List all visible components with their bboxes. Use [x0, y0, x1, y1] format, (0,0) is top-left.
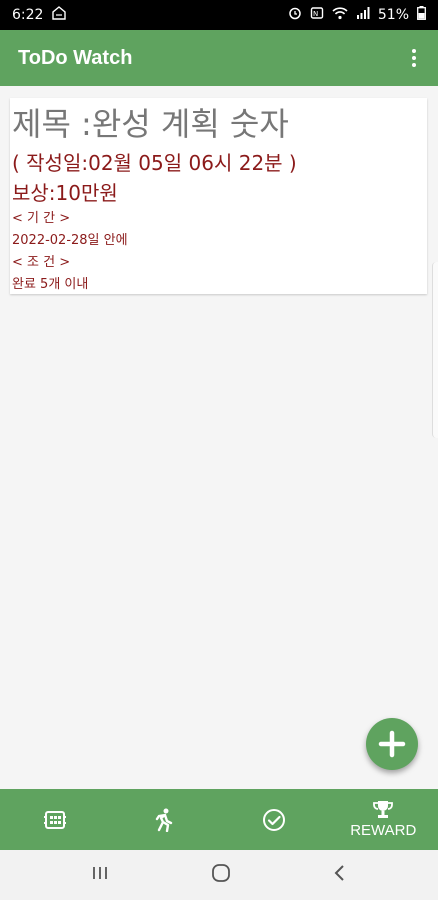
condition-value: 완료 5개 이내 [12, 277, 89, 292]
wifi-icon [332, 6, 348, 24]
nav-label-reward: REWARD [350, 822, 417, 839]
battery-icon [417, 6, 426, 24]
card-reward: 보상:10만원 [12, 181, 118, 205]
calendar-icon [43, 810, 66, 829]
battery-text: 51% [377, 7, 409, 23]
trophy-icon [373, 801, 394, 818]
period-label: < 기 간 > [12, 211, 71, 226]
status-bar: 6:22 N 51% [0, 0, 438, 30]
add-button[interactable] [366, 718, 418, 770]
running-icon [156, 808, 173, 832]
system-navigation-bar [0, 850, 438, 900]
app-bar: ToDo Watch [0, 30, 438, 86]
card-created-date: ( 작성일:02월 05일 06시 22분 ) [12, 151, 297, 175]
todo-card[interactable]: 제목 :완성 계획 숫자 ( 작성일:02월 05일 06시 22분 ) 보상:… [10, 98, 427, 294]
alarm-icon [288, 6, 302, 24]
status-time: 6:22 [12, 7, 44, 23]
check-circle-icon [262, 808, 285, 831]
recent-apps-icon[interactable] [91, 865, 109, 885]
bottom-navigation: REWARD [0, 789, 438, 850]
nav-item-reward[interactable]: REWARD [329, 789, 438, 850]
overflow-menu-icon[interactable] [402, 46, 426, 70]
nav-item-running[interactable] [110, 789, 220, 850]
nav-item-done[interactable] [219, 789, 329, 850]
signal-icon [356, 6, 370, 24]
home-icon[interactable] [211, 863, 231, 887]
plus-icon [378, 730, 406, 758]
condition-label: < 조 건 > [12, 255, 71, 270]
app-title: ToDo Watch [18, 46, 133, 69]
home-notification-icon [51, 6, 67, 24]
nfc-icon: N [310, 6, 324, 24]
svg-text:N: N [313, 10, 318, 18]
nav-item-calendar[interactable] [0, 789, 110, 850]
period-value: 2022-02-28일 안에 [12, 233, 128, 248]
card-title: 제목 :완성 계획 숫자 [12, 105, 289, 143]
edge-panel-handle[interactable] [432, 262, 438, 438]
back-icon[interactable] [333, 864, 347, 886]
